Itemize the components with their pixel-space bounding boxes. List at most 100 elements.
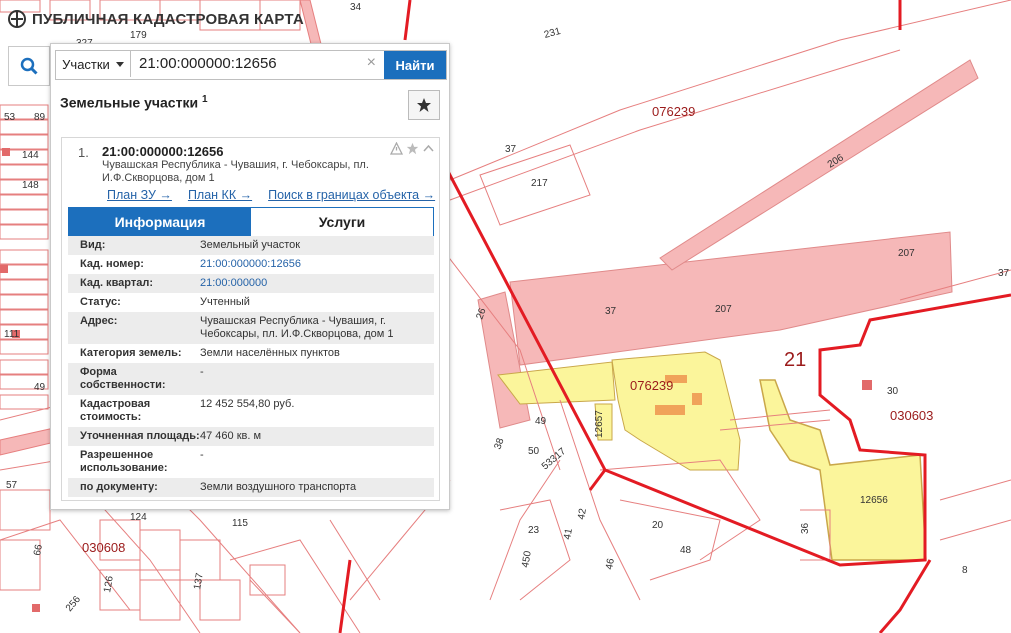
label-parcel: 12657 bbox=[594, 410, 605, 438]
label-district: 21 bbox=[784, 349, 806, 371]
property-value: Земли воздушного транспорта bbox=[200, 481, 357, 493]
result-address: Чувашская Республика - Чувашия, г. Чебок… bbox=[102, 159, 369, 184]
search-bar: Участки 21:00:000000:12656 × Найти bbox=[55, 50, 447, 80]
chevron-up-icon[interactable] bbox=[422, 142, 435, 155]
property-value: Чувашская Республика - Чувашия, г. Чебок… bbox=[200, 315, 394, 340]
label-parcel: 179 bbox=[130, 30, 147, 41]
property-key: по документу: bbox=[80, 481, 158, 493]
building bbox=[862, 380, 872, 390]
property-row: Адрес: Чувашская Республика - Чувашия, г.… bbox=[68, 312, 434, 344]
label-parcel: 450 bbox=[520, 550, 534, 569]
label-parcel: 42 bbox=[576, 507, 589, 520]
warning-icon[interactable] bbox=[390, 142, 403, 155]
favorites-button[interactable] bbox=[408, 90, 440, 120]
property-key: Категория земель: bbox=[80, 347, 182, 359]
label-parcel: 50 bbox=[528, 446, 540, 457]
property-key: Уточненная площадь: bbox=[80, 430, 200, 442]
search-panel: Участки 21:00:000000:12656 × Найти Земел… bbox=[50, 43, 450, 510]
label-parcel: 144 bbox=[22, 150, 39, 161]
building bbox=[655, 405, 685, 415]
property-value: 12 452 554,80 руб. bbox=[200, 398, 295, 410]
results-title: Земельные участки 1 bbox=[60, 94, 208, 111]
chevron-down-icon bbox=[115, 61, 124, 67]
plan-zu-link[interactable]: План ЗУ → bbox=[107, 188, 172, 202]
property-key: Вид: bbox=[80, 239, 106, 251]
results-count: 1 bbox=[201, 94, 208, 105]
property-row: Вид: Земельный участок bbox=[68, 236, 434, 255]
cad-number-link[interactable]: 21:00:000000:12656 bbox=[200, 258, 428, 271]
property-row: Разрешенное использование: - bbox=[68, 446, 434, 478]
search-input[interactable]: 21:00:000000:12656 × bbox=[131, 51, 384, 79]
label-parcel: 89 bbox=[34, 112, 46, 123]
app-header: ПУБЛИЧНАЯ КАДАСТРОВАЯ КАРТА bbox=[8, 10, 304, 28]
star-icon bbox=[417, 98, 431, 112]
results-title-text: Земельные участки bbox=[60, 94, 199, 111]
property-value: Земли населённых пунктов bbox=[200, 347, 340, 359]
plan-kk-link[interactable]: План КК → bbox=[188, 188, 252, 202]
label-parcel: 46 bbox=[604, 557, 617, 570]
runway-parcel[interactable] bbox=[509, 231, 953, 366]
property-row: Форма собственности: - bbox=[68, 363, 434, 395]
label-parcel: 37 bbox=[605, 306, 617, 317]
property-key: Статус: bbox=[80, 296, 121, 308]
star-icon[interactable] bbox=[406, 142, 419, 155]
building bbox=[32, 604, 40, 612]
property-row: Категория земель: Земли населённых пункто… bbox=[68, 344, 434, 363]
label-parcel: 41 bbox=[562, 527, 575, 540]
tab-services[interactable]: Услуги bbox=[251, 208, 433, 236]
property-key: Кадастровая стоимость: bbox=[80, 398, 151, 423]
label-parcel: 30 bbox=[887, 386, 899, 397]
property-value: Учтенный bbox=[200, 296, 250, 308]
result-links: План ЗУ → План КК → Поиск в границах объ… bbox=[107, 188, 435, 202]
label-quarter: 030603 bbox=[890, 408, 933, 423]
label-parcel: 49 bbox=[535, 416, 547, 427]
label-parcel: 207 bbox=[898, 248, 915, 259]
label-parcel: 20 bbox=[652, 520, 664, 531]
label-parcel: 231 bbox=[543, 26, 562, 41]
label-parcel: 57 bbox=[6, 480, 18, 491]
label-parcel: 8 bbox=[962, 565, 968, 576]
property-key: Адрес: bbox=[80, 315, 118, 327]
label-parcel: 37 bbox=[998, 268, 1010, 279]
search-query: 21:00:000000:12656 bbox=[139, 55, 277, 72]
label-parcel: 111 bbox=[4, 329, 20, 340]
property-value: - bbox=[200, 366, 204, 378]
find-button[interactable]: Найти bbox=[384, 51, 446, 79]
property-value: Земельный участок bbox=[200, 239, 301, 251]
yellow-parcel-12656[interactable] bbox=[759, 379, 927, 561]
properties-table: Вид: Земельный участок Кад. номер: 21:00:0… bbox=[68, 236, 434, 497]
tab-info[interactable]: Информация bbox=[69, 208, 251, 236]
property-row: Кад. номер: 21:00:000000:12656 bbox=[68, 255, 434, 274]
label-parcel: 34 bbox=[350, 2, 362, 13]
search-in-bounds-link[interactable]: Поиск в границах объекта → bbox=[268, 188, 435, 202]
label-parcel: 207 bbox=[715, 304, 732, 315]
search-icon bbox=[20, 57, 38, 75]
cad-quarter-link[interactable]: 21:00:000000 bbox=[200, 277, 428, 290]
label-parcel: 23 bbox=[528, 525, 540, 536]
label-parcel: 124 bbox=[130, 512, 147, 523]
label-parcel: 38 bbox=[492, 436, 506, 451]
label-parcel: 115 bbox=[232, 518, 248, 529]
building bbox=[0, 265, 8, 273]
search-type-select[interactable]: Участки bbox=[56, 51, 131, 77]
label-parcel: 66 bbox=[32, 543, 45, 556]
label-parcel: 137 bbox=[192, 572, 206, 591]
label-parcel: 217 bbox=[531, 178, 548, 189]
result-cad-number: 21:00:000000:12656 bbox=[102, 144, 224, 159]
label-parcel: 53 bbox=[4, 112, 16, 123]
result-index: 1. bbox=[78, 145, 89, 160]
search-type-label: Участки bbox=[62, 56, 110, 72]
search-toggle-button[interactable] bbox=[8, 46, 50, 86]
label-quarter: 030608 bbox=[82, 540, 125, 555]
property-value: - bbox=[200, 449, 204, 461]
building bbox=[2, 148, 10, 156]
building bbox=[692, 393, 702, 405]
app-title: ПУБЛИЧНАЯ КАДАСТРОВАЯ КАРТА bbox=[32, 10, 304, 28]
label-parcel: 256 bbox=[64, 594, 83, 614]
property-key: Кад. номер: bbox=[80, 258, 144, 270]
clear-icon[interactable]: × bbox=[367, 54, 376, 72]
result-tabs: Информация Услуги bbox=[68, 207, 434, 237]
label-parcel: 48 bbox=[680, 545, 692, 556]
property-key: Разрешенное использование: bbox=[80, 449, 168, 474]
label-parcel: 49 bbox=[34, 382, 46, 393]
